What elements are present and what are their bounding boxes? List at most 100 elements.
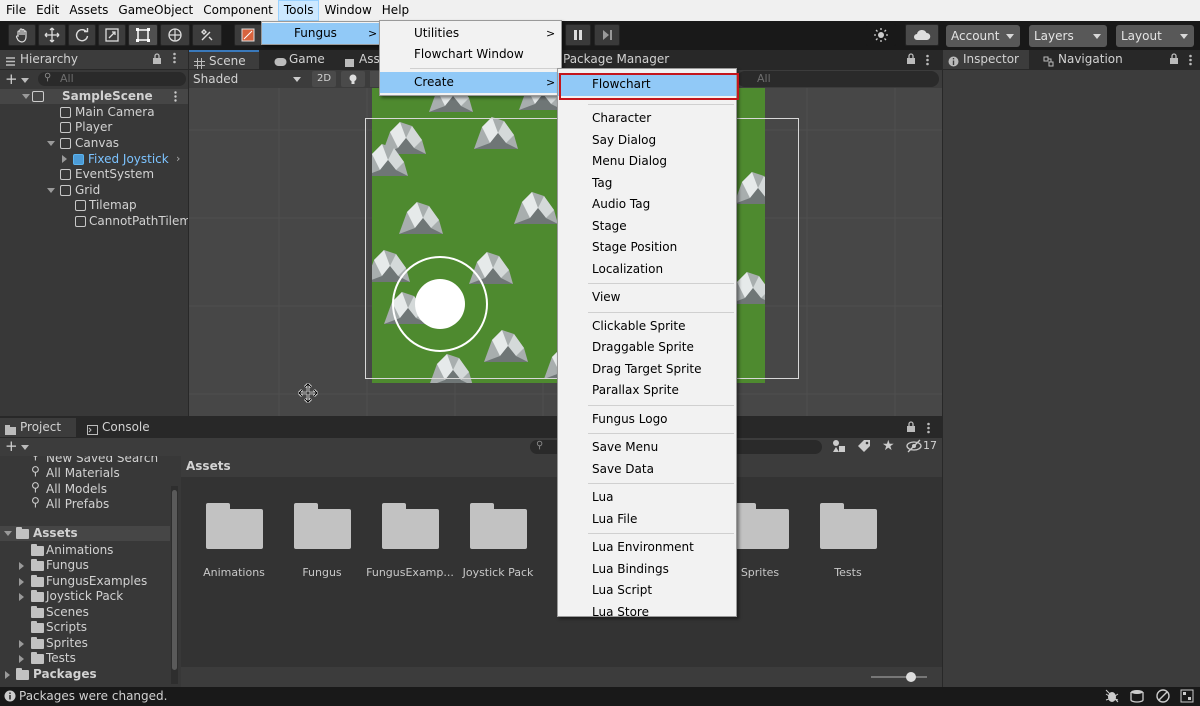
lighting-toggle-icon[interactable] xyxy=(341,71,365,87)
menu-item-lua-store[interactable]: Lua Store xyxy=(558,602,736,623)
menu-item-fungus[interactable]: Fungus > xyxy=(262,23,380,44)
transform-tool-icon[interactable] xyxy=(160,24,190,46)
add-dropdown-caret-icon[interactable] xyxy=(21,78,29,83)
assets-root-row[interactable]: Assets xyxy=(0,526,170,541)
icon-size-slider-track[interactable] xyxy=(871,676,927,678)
tab-package-manager[interactable]: Package Manager xyxy=(559,50,689,69)
collapsed-caret-icon[interactable] xyxy=(19,593,24,601)
collapsed-caret-icon[interactable] xyxy=(19,562,24,570)
project-lock-icon[interactable] xyxy=(906,421,916,436)
lightmap-icon[interactable] xyxy=(1180,689,1194,706)
inspector-lock-icon[interactable] xyxy=(1169,53,1179,68)
menu-item-tag[interactable]: Tag xyxy=(558,173,736,194)
menu-item-localization[interactable]: Localization xyxy=(558,259,736,280)
menu-item-lua[interactable]: Lua xyxy=(558,487,736,508)
inspector-kebab-icon[interactable] xyxy=(1189,54,1192,66)
rect-tool-icon[interactable] xyxy=(128,24,158,46)
tree-scrollbar[interactable] xyxy=(171,486,178,684)
add-icon[interactable]: + xyxy=(5,72,18,87)
step-button[interactable] xyxy=(594,24,620,46)
collapsed-caret-icon[interactable] xyxy=(19,640,24,648)
shading-dropdown[interactable]: Shaded xyxy=(189,70,305,88)
menu-item-lua-bindings[interactable]: Lua Bindings xyxy=(558,559,736,580)
menu-item-character[interactable]: Character xyxy=(558,108,736,129)
project-add-icon[interactable]: + xyxy=(5,439,18,454)
menu-item-view[interactable]: View xyxy=(558,287,736,308)
menu-item-save-menu[interactable]: Save Menu xyxy=(558,437,736,458)
tab-asset-store[interactable]: Asset Store xyxy=(339,50,379,69)
menu-gameobject[interactable]: GameObject xyxy=(113,0,198,21)
breadcrumb-assets[interactable]: Assets xyxy=(186,459,231,473)
project-kebab-icon[interactable] xyxy=(927,422,930,434)
menu-component[interactable]: Component xyxy=(198,0,278,21)
hierarchy-search-input[interactable]: ⚲ All xyxy=(38,72,186,86)
menu-file[interactable]: File xyxy=(1,0,31,21)
cache-server-icon[interactable] xyxy=(1130,689,1144,706)
menu-item-drag-target-sprite[interactable]: Drag Target Sprite xyxy=(558,359,736,380)
tag-icon[interactable] xyxy=(857,439,871,456)
hidden-packages-icon[interactable] xyxy=(906,439,922,456)
mode-2d-toggle[interactable]: 2D xyxy=(312,71,336,87)
expand-caret-icon[interactable] xyxy=(4,531,12,536)
menu-item-lua-file[interactable]: Lua File xyxy=(558,509,736,530)
expand-caret-icon[interactable] xyxy=(47,141,55,146)
status-message[interactable]: Packages were changed. xyxy=(19,689,167,703)
pivot-toggle-icon[interactable] xyxy=(234,24,262,46)
menu-item-say-dialog[interactable]: Say Dialog xyxy=(558,130,736,151)
star-icon[interactable]: ★ xyxy=(882,438,895,454)
expand-caret-icon[interactable] xyxy=(22,94,30,99)
tab-navigation[interactable]: Navigation xyxy=(1038,50,1148,69)
hand-tool-icon[interactable] xyxy=(8,24,36,46)
pause-button[interactable] xyxy=(565,24,591,46)
menu-item-flowchart[interactable]: Flowchart xyxy=(558,73,739,100)
scene-row[interactable]: SampleScene xyxy=(0,89,188,104)
menu-item-audio-tag[interactable]: Audio Tag xyxy=(558,194,736,215)
menu-item-clickable-sprite[interactable]: Clickable Sprite xyxy=(558,316,736,337)
chevron-right-icon[interactable]: › xyxy=(176,152,180,165)
scene-kebab-icon[interactable] xyxy=(174,91,177,102)
tree-scrollbar-thumb[interactable] xyxy=(172,490,177,670)
menu-item-parallax-sprite[interactable]: Parallax Sprite xyxy=(558,380,736,401)
menu-item-stage-position[interactable]: Stage Position xyxy=(558,237,736,258)
menu-item-utilities[interactable]: Utilities > xyxy=(380,23,561,44)
kebab-menu-icon[interactable] xyxy=(173,52,176,64)
cloud-icon[interactable] xyxy=(905,24,939,46)
custom-tool-icon[interactable] xyxy=(192,24,222,46)
search-by-type-icon[interactable] xyxy=(832,439,846,456)
scene-lock-icon[interactable] xyxy=(906,53,916,68)
collapsed-caret-icon[interactable] xyxy=(62,155,67,163)
move-tool-icon[interactable] xyxy=(38,24,66,46)
sun-icon[interactable] xyxy=(866,24,896,46)
menu-edit[interactable]: Edit xyxy=(31,0,64,21)
rotate-tool-icon[interactable] xyxy=(68,24,96,46)
menu-item-create[interactable]: Create > xyxy=(380,72,561,93)
scene-kebab-icon[interactable] xyxy=(926,54,929,66)
joystick-handle[interactable] xyxy=(415,279,465,329)
scale-tool-icon[interactable] xyxy=(98,24,126,46)
layout-dropdown[interactable]: Layout xyxy=(1116,25,1194,47)
menu-item-fungus-logo[interactable]: Fungus Logo xyxy=(558,409,736,430)
packages-root-row[interactable]: Packages xyxy=(0,667,170,682)
menu-assets[interactable]: Assets xyxy=(64,0,113,21)
scene-search-input[interactable]: All xyxy=(737,71,939,87)
tab-scene[interactable]: Scene xyxy=(189,50,259,69)
collapsed-caret-icon[interactable] xyxy=(19,578,24,586)
layers-dropdown[interactable]: Layers xyxy=(1029,25,1107,47)
icon-size-slider-thumb[interactable] xyxy=(906,672,916,682)
collapsed-caret-icon[interactable] xyxy=(5,671,10,679)
menu-item-lua-script[interactable]: Lua Script xyxy=(558,580,736,601)
tab-inspector[interactable]: Inspector xyxy=(943,50,1029,69)
tab-game[interactable]: Game xyxy=(269,50,339,69)
project-search-input[interactable]: ⚲ xyxy=(530,440,560,454)
menu-item-menu-dialog[interactable]: Menu Dialog xyxy=(558,151,736,172)
menu-help[interactable]: Help xyxy=(377,0,414,21)
expand-caret-icon[interactable] xyxy=(47,188,55,193)
menu-item-save-data[interactable]: Save Data xyxy=(558,459,736,480)
account-dropdown[interactable]: Account xyxy=(946,25,1020,47)
menu-item-flowchart-window[interactable]: Flowchart Window xyxy=(380,44,561,65)
menu-item-lua-environment[interactable]: Lua Environment xyxy=(558,537,736,558)
project-add-caret-icon[interactable] xyxy=(21,445,29,450)
menu-item-stage[interactable]: Stage xyxy=(558,216,736,237)
menu-tools[interactable]: Tools xyxy=(277,0,320,21)
lock-icon[interactable] xyxy=(152,53,162,68)
